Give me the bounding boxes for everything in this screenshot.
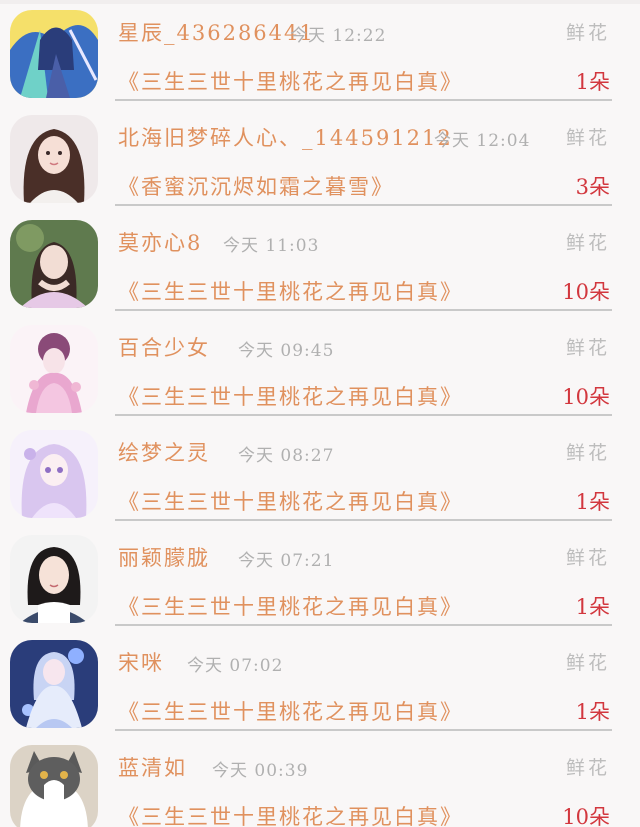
row-divider	[115, 309, 612, 311]
gift-record-row[interactable]: 百合少女 今天 09:45 鲜花 《三生三世十里桃花之再见白真》 10朵	[0, 315, 640, 420]
timestamp: 今天 07:21	[238, 551, 335, 571]
book-title-link[interactable]: 《三生三世十里桃花之再见白真》	[118, 696, 463, 726]
row-divider	[115, 99, 612, 101]
user-name[interactable]: 百合少女	[118, 332, 210, 362]
gift-record-row[interactable]: 莫亦心8 今天 11:03 鲜花 《三生三世十里桃花之再见白真》 10朵	[0, 210, 640, 315]
row-divider	[115, 519, 612, 521]
timestamp: 今天 09:45	[238, 341, 335, 361]
gift-count: 1朵	[575, 595, 610, 619]
user-name[interactable]: 星辰_436286441	[118, 17, 315, 47]
book-title-link[interactable]: 《香蜜沉沉烬如霜之暮雪》	[118, 171, 394, 201]
gift-record-row[interactable]: 星辰_436286441 今天 12:22 鲜花 《三生三世十里桃花之再见白真》…	[0, 0, 640, 105]
gift-count: 3朵	[575, 175, 610, 199]
gift-type-label: 鲜花	[565, 757, 610, 779]
hanfu-girl-avatar[interactable]	[10, 220, 98, 308]
user-name[interactable]: 莫亦心8	[118, 227, 202, 257]
book-title-link[interactable]: 《三生三世十里桃花之再见白真》	[118, 381, 463, 411]
blue-anime-girl-avatar[interactable]	[10, 640, 98, 728]
anime-swordsman-avatar[interactable]	[10, 10, 98, 98]
timestamp: 今天 11:03	[223, 236, 320, 256]
cat-avatar[interactable]	[10, 745, 98, 827]
lavender-anime-girl-avatar[interactable]	[10, 430, 98, 518]
gift-type-label: 鲜花	[565, 127, 610, 149]
gift-count: 1朵	[575, 70, 610, 94]
gift-type-label: 鲜花	[565, 337, 610, 359]
gift-count: 10朵	[562, 805, 610, 827]
book-title-link[interactable]: 《三生三世十里桃花之再见白真》	[118, 801, 463, 827]
woman-portrait-avatar[interactable]	[10, 535, 98, 623]
gift-count: 10朵	[562, 280, 610, 304]
gift-type-label: 鲜花	[565, 652, 610, 674]
timestamp: 今天 12:22	[290, 26, 387, 46]
gift-count: 1朵	[575, 490, 610, 514]
book-title-link[interactable]: 《三生三世十里桃花之再见白真》	[118, 486, 463, 516]
gift-type-label: 鲜花	[565, 547, 610, 569]
row-divider	[115, 729, 612, 731]
timestamp: 今天 12:04	[434, 131, 531, 151]
book-title-link[interactable]: 《三生三世十里桃花之再见白真》	[118, 591, 463, 621]
gift-count: 10朵	[562, 385, 610, 409]
gift-record-row[interactable]: 绘梦之灵 今天 08:27 鲜花 《三生三世十里桃花之再见白真》 1朵	[0, 420, 640, 525]
user-name[interactable]: 宋咪	[118, 647, 164, 677]
row-divider	[115, 414, 612, 416]
gift-type-label: 鲜花	[565, 232, 610, 254]
user-name[interactable]: 蓝清如	[118, 752, 187, 782]
gift-record-row[interactable]: 丽颖朦胧 今天 07:21 鲜花 《三生三世十里桃花之再见白真》 1朵	[0, 525, 640, 630]
gift-record-row[interactable]: 北海旧梦碎人心、_144591212 今天 12:04 鲜花 《香蜜沉沉烬如霜之…	[0, 105, 640, 210]
gift-type-label: 鲜花	[565, 22, 610, 44]
user-name[interactable]: 丽颖朦胧	[118, 542, 210, 572]
gift-type-label: 鲜花	[565, 442, 610, 464]
user-name[interactable]: 北海旧梦碎人心、_144591212	[118, 122, 453, 152]
user-name[interactable]: 绘梦之灵	[118, 437, 210, 467]
timestamp: 今天 08:27	[238, 446, 335, 466]
gift-record-row[interactable]: 宋咪 今天 07:02 鲜花 《三生三世十里桃花之再见白真》 1朵	[0, 630, 640, 735]
gift-record-row[interactable]: 蓝清如 今天 00:39 鲜花 《三生三世十里桃花之再见白真》 10朵	[0, 735, 640, 827]
row-divider	[115, 204, 612, 206]
book-title-link[interactable]: 《三生三世十里桃花之再见白真》	[118, 276, 463, 306]
pink-anime-girl-avatar[interactable]	[10, 325, 98, 413]
row-divider	[115, 624, 612, 626]
timestamp: 今天 07:02	[187, 656, 284, 676]
girl-portrait-avatar[interactable]	[10, 115, 98, 203]
flower-gift-list: 星辰_436286441 今天 12:22 鲜花 《三生三世十里桃花之再见白真》…	[0, 0, 640, 827]
gift-count: 1朵	[575, 700, 610, 724]
book-title-link[interactable]: 《三生三世十里桃花之再见白真》	[118, 66, 463, 96]
timestamp: 今天 00:39	[212, 761, 309, 781]
